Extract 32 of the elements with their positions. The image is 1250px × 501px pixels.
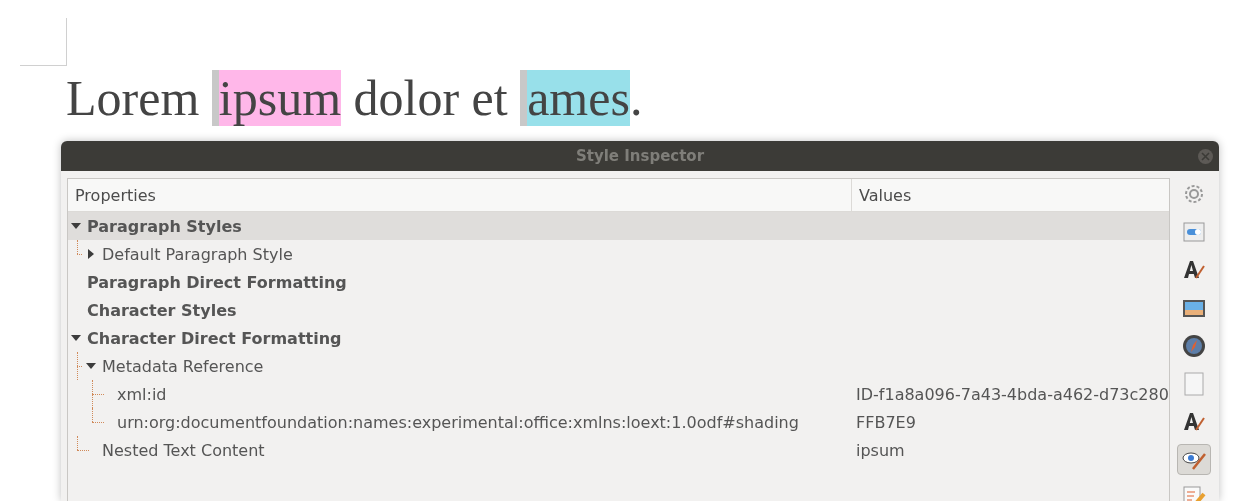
property-label: Character Styles	[87, 300, 237, 320]
property-label: Character Direct Formatting	[87, 328, 342, 348]
tree-row[interactable]: urn:org:documentfoundation:names:experimental:office:xmlns:loext:1.0odf#shading FFB7E9	[68, 408, 1169, 436]
property-label: urn:org:documentfoundation:names:experimental:office:xmlns:loext:1.0odf#shading	[117, 412, 799, 432]
property-label: Metadata Reference	[102, 356, 264, 376]
tree-row[interactable]: Nested Text Content ipsum	[68, 436, 1169, 464]
property-label: Paragraph Styles	[87, 216, 242, 236]
compass-icon	[1182, 333, 1207, 358]
property-label: Default Paragraph Style	[102, 244, 293, 264]
tree-row[interactable]: Character Styles	[68, 296, 1169, 324]
column-header[interactable]: Values	[852, 179, 1169, 211]
document-text: Lorem ipsum dolor et ames.	[66, 69, 643, 128]
picture-icon	[1182, 297, 1207, 318]
property-value: ID-f1a8a096-7a43-4bda-a462-d73c280	[855, 384, 1169, 404]
tree-row[interactable]: Default Paragraph Style	[68, 240, 1169, 268]
property-value: ipsum	[855, 440, 905, 460]
property-label: xml:id	[117, 384, 167, 404]
window-title: Style Inspector	[575, 147, 705, 165]
property-value: FFB7E9	[855, 412, 916, 432]
close-icon	[1201, 152, 1210, 161]
column-header[interactable]: Properties	[68, 179, 852, 211]
tree-row[interactable]: xml:id ID-f1a8a096-7a43-4bda-a462-d73c280	[68, 380, 1169, 408]
settings-icon	[1183, 182, 1206, 205]
page-icon	[1184, 371, 1205, 396]
tree-row[interactable]: Paragraph Direct Formatting	[68, 268, 1169, 296]
property-label: Nested Text Content	[102, 440, 265, 460]
crop-mark	[20, 18, 67, 66]
tree-row[interactable]: Paragraph Styles	[68, 212, 1169, 240]
tree-row[interactable]: Metadata Reference	[68, 352, 1169, 380]
property-label: Paragraph Direct Formatting	[87, 272, 347, 292]
tree-row[interactable]: Character Direct Formatting	[68, 324, 1169, 352]
toggle-icon	[1183, 221, 1206, 242]
